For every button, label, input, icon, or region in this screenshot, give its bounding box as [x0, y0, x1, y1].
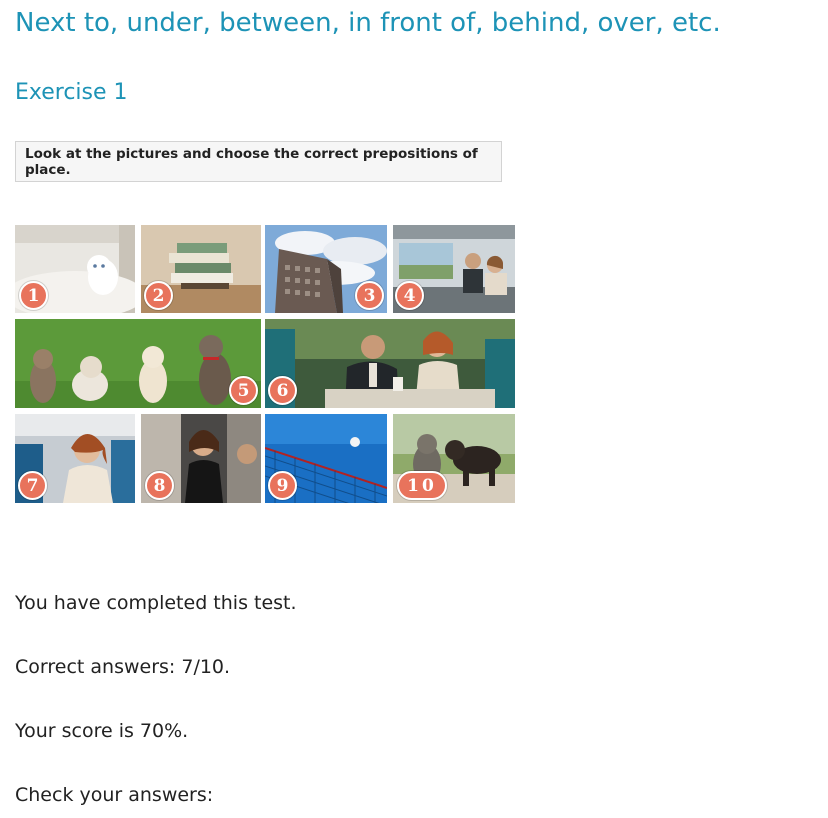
picture-people-on-train: 4 [393, 225, 515, 313]
picture-kitten-and-puppy: 10 [393, 414, 515, 503]
picture-couple-at-table: 6 [265, 319, 515, 408]
picture-collage: 1 2 3 4 5 6 7 8 9 10 [15, 225, 515, 503]
picture-animals-in-a-row: 5 [15, 319, 261, 408]
instruction-text: Look at the pictures and choose the corr… [25, 145, 478, 178]
picture-number-badge: 2 [144, 281, 173, 310]
picture-ball-over-net: 9 [265, 414, 387, 503]
picture-number-badge: 1 [19, 281, 48, 310]
picture-number-badge: 8 [145, 471, 174, 500]
picture-number-badge: 7 [18, 471, 47, 500]
picture-number-badge: 4 [395, 281, 424, 310]
picture-books-on-table: 2 [141, 225, 261, 313]
exercise-title: Exercise 1 [15, 80, 128, 105]
picture-number-badge: 10 [397, 471, 447, 500]
page-title: Next to, under, between, in front of, be… [15, 8, 721, 38]
picture-woman-between-people: 8 [141, 414, 261, 503]
picture-number-badge: 3 [355, 281, 384, 310]
picture-cat-under-table: 1 [15, 225, 135, 313]
picture-number-badge: 9 [268, 471, 297, 500]
picture-building-sky: 3 [265, 225, 387, 313]
completion-message: You have completed this test. [15, 592, 297, 614]
check-answers-label: Check your answers: [15, 784, 214, 806]
picture-woman-in-seat: 7 [15, 414, 135, 503]
correct-answers-text: Correct answers: 7/10. [15, 656, 231, 678]
picture-number-badge: 6 [268, 376, 297, 405]
instruction-box: Look at the pictures and choose the corr… [15, 141, 502, 182]
picture-number-badge: 5 [229, 376, 258, 405]
score-text: Your score is 70%. [15, 720, 189, 742]
